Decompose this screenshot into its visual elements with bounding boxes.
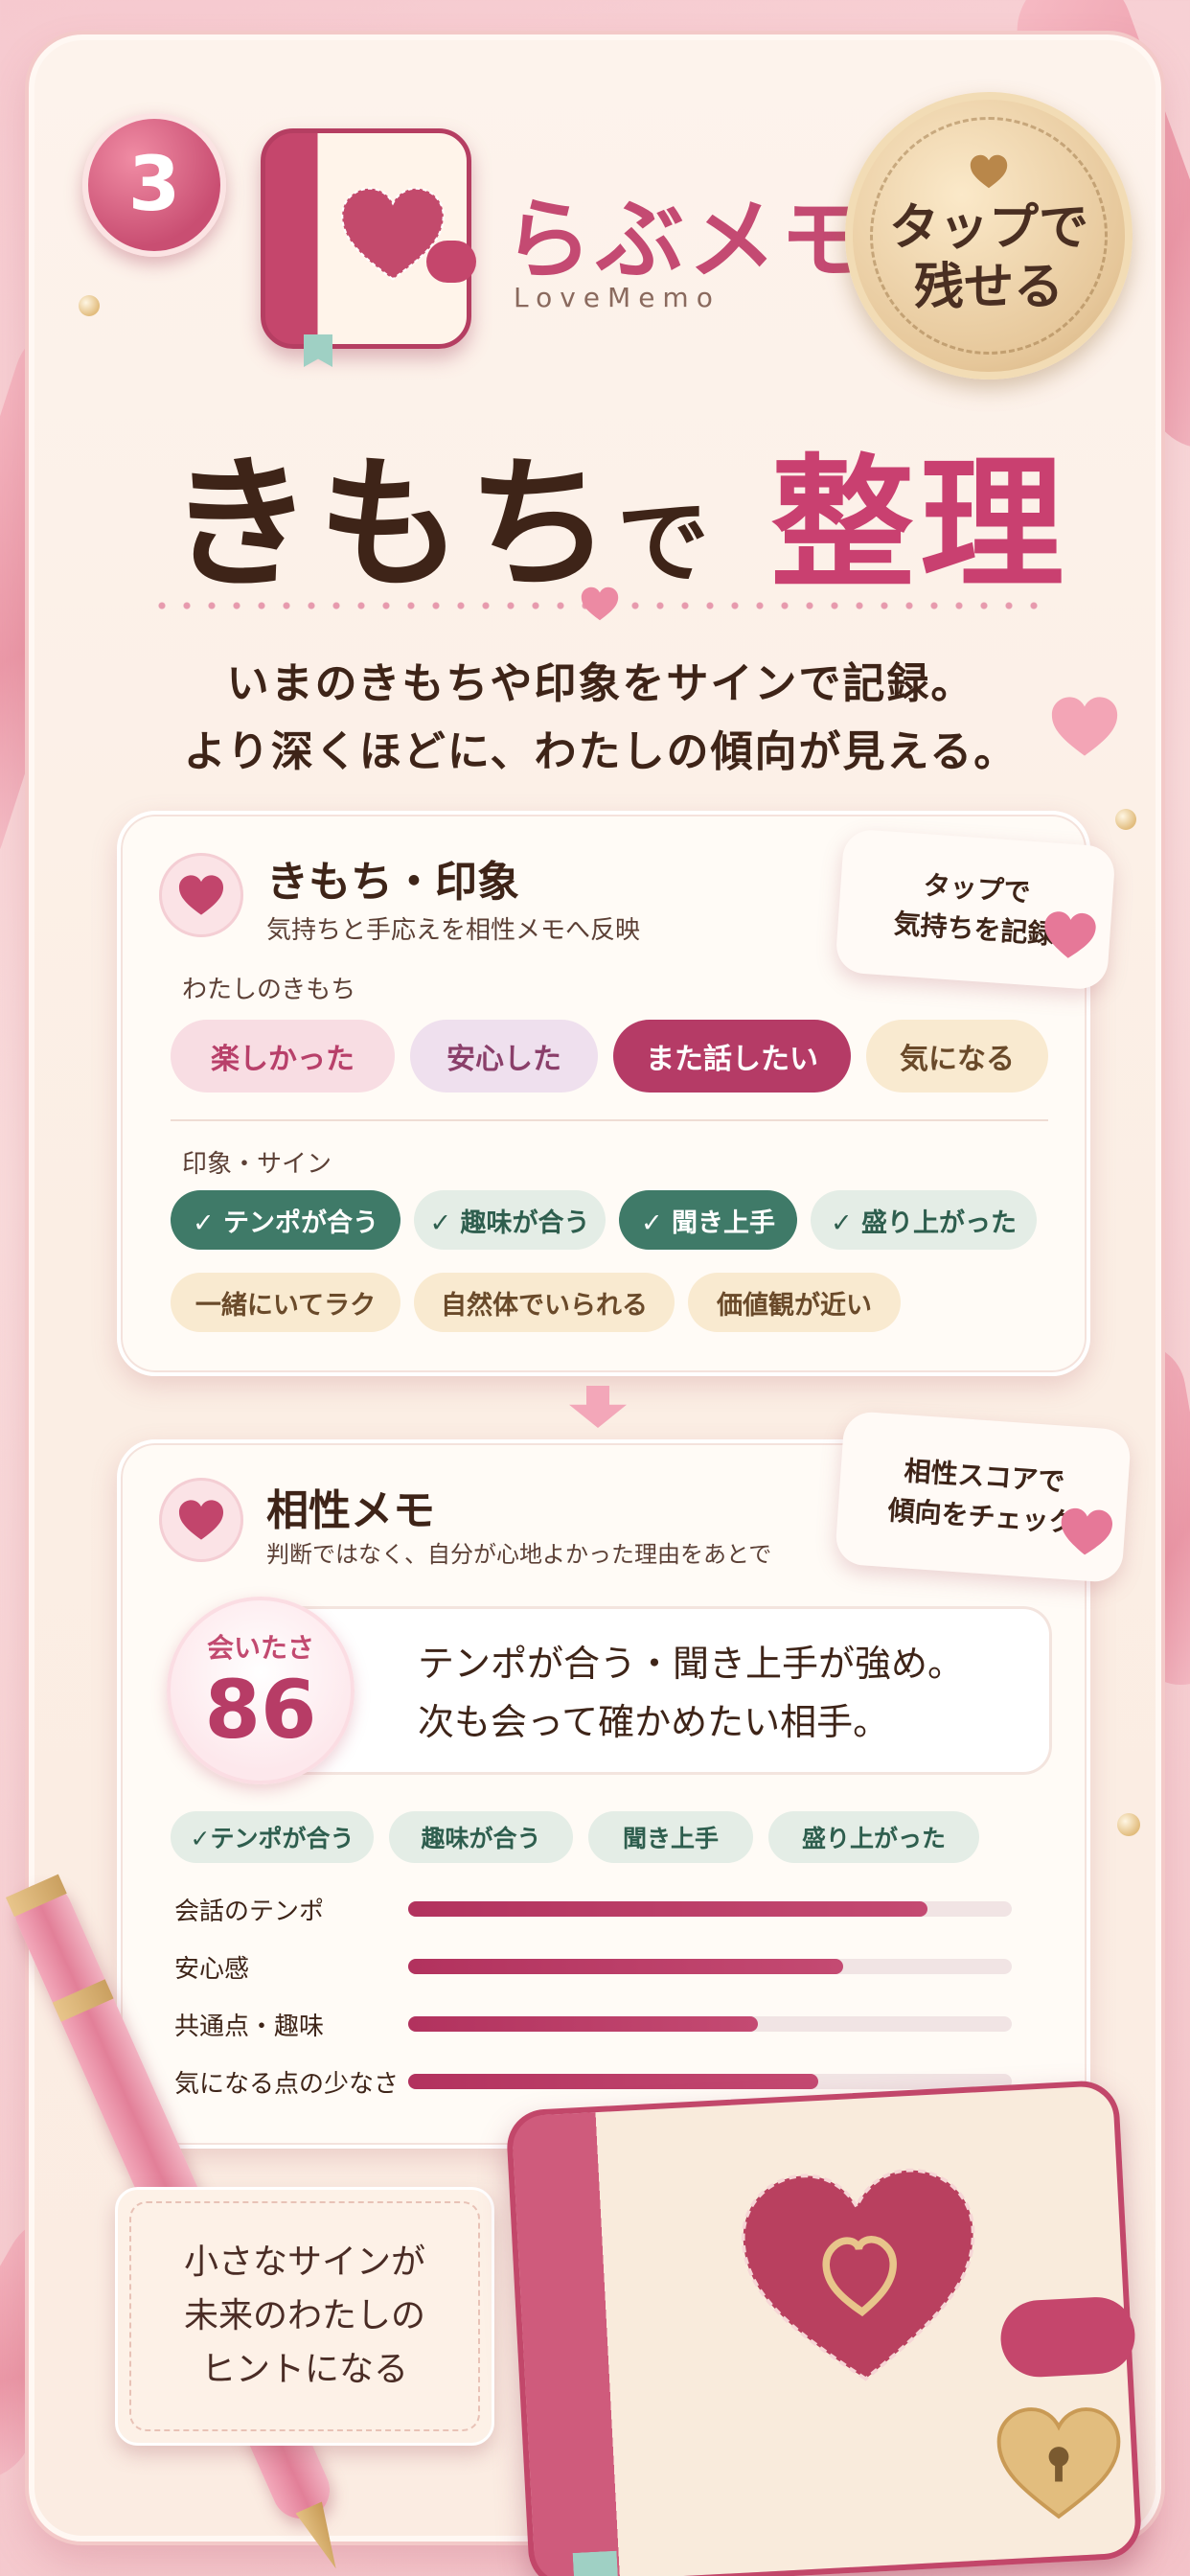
metric-bar-fill — [408, 2016, 759, 2032]
hint-line3: ヒントになる — [200, 2349, 408, 2389]
bookmark-ribbon — [573, 2551, 621, 2576]
pearl-decoration — [1117, 1813, 1140, 1836]
feelings-label: わたしのきもち — [182, 976, 356, 1004]
headline-part2: で — [617, 489, 716, 596]
metric-bar-track — [408, 1901, 1012, 1917]
heart-icon — [1051, 697, 1118, 756]
hint-text: 小さなサインが 未来のわたしの ヒントになる — [184, 2236, 425, 2396]
bookmark-ribbon — [304, 334, 332, 367]
summary-line1: テンポが合う・聞き上手が強め。 — [418, 1643, 965, 1685]
app-name: らぶメモ — [504, 189, 873, 291]
tag-chip: 盛り上がった — [768, 1811, 979, 1863]
heart-icon — [1061, 1507, 1112, 1555]
card-title: きもち・印象 — [266, 858, 519, 907]
heart-icon — [178, 875, 224, 915]
metric-label: 会話のテンポ — [174, 1898, 325, 1926]
card-subtitle: 判断ではなく、自分が心地よかった理由をあとで — [266, 1541, 772, 1568]
metric-bar-fill — [408, 1959, 843, 1974]
sign-chip[interactable]: 価値観が近い — [688, 1273, 901, 1332]
metric-bar-track — [408, 2016, 1012, 2032]
hint-card: 小さなサインが 未来のわたしの ヒントになる — [115, 2187, 494, 2446]
tag-chip: 趣味が合う — [389, 1811, 573, 1863]
impressions-label: 印象・サイン — [182, 1150, 332, 1179]
summary-box: テンポが合う・聞き上手が強め。 次も会って確かめたい相手。 — [274, 1606, 1052, 1775]
tag-chip: ✓テンポが合う — [171, 1811, 374, 1863]
headline-part3: 整理 — [770, 442, 1070, 609]
description-line1: いまのきもちや印象をサインで記録。 — [226, 659, 975, 708]
heart-lock-icon — [996, 2407, 1121, 2519]
score-value: 86 — [204, 1662, 317, 1757]
feeling-chip[interactable]: 安心した — [410, 1020, 598, 1092]
card-subtitle: 気持ちと手応えを相性メモへ反映 — [266, 916, 641, 945]
arrow-down-icon — [569, 1386, 627, 1428]
app-icon — [261, 128, 476, 367]
headline-part1: きもち — [169, 442, 618, 609]
notebook-clasp — [998, 2295, 1137, 2380]
metric-label: 安心感 — [174, 1955, 250, 1984]
pearl-decoration — [1115, 809, 1136, 830]
metric-bar-track — [408, 2074, 1012, 2089]
description-line2: より深くほどに、わたしの傾向が見える。 — [183, 727, 1018, 777]
pearl-decoration — [79, 295, 100, 316]
hint-line1: 小さなサインが — [183, 2242, 425, 2283]
sign-chip[interactable]: ✓ 趣味が合う — [414, 1190, 606, 1250]
heart-icon — [178, 1500, 224, 1540]
heart-icon — [1044, 911, 1096, 958]
divider — [171, 1119, 1048, 1121]
feeling-chip-selected[interactable]: また話したい — [613, 1020, 851, 1092]
summary-text: テンポが合う・聞き上手が強め。 次も会って確かめたい相手。 — [418, 1635, 964, 1752]
app-subtitle: LoveMemo — [514, 282, 721, 313]
tag-chip: 聞き上手 — [588, 1811, 753, 1863]
card-heart-badge — [159, 1478, 243, 1562]
sign-chip[interactable]: 自然体でいられる — [414, 1273, 675, 1332]
sign-chip-selected[interactable]: ✓ 聞き上手 — [619, 1190, 797, 1250]
notebook-clasp — [426, 241, 476, 283]
hint-line2: 未来のわたしの — [183, 2296, 425, 2336]
metric-bar-fill — [408, 1901, 927, 1917]
card-title: 相性メモ — [266, 1486, 435, 1535]
tap-to-save-seal: タップで 残せる — [845, 92, 1133, 380]
sign-chip[interactable]: ✓ 盛り上がった — [811, 1190, 1037, 1250]
summary-line2: 次も会って確かめたい相手。 — [418, 1700, 890, 1743]
card-heart-badge — [159, 853, 243, 937]
sign-chip-selected[interactable]: ✓ テンポが合う — [171, 1190, 400, 1250]
heart-icon — [581, 586, 619, 621]
description: いまのきもちや印象をサインで記録。 より深くほどに、わたしの傾向が見える。 — [6, 650, 1190, 787]
score-label: 会いたさ — [206, 1631, 314, 1664]
metric-bar-fill — [408, 2074, 819, 2089]
step-number-badge: 3 — [82, 113, 226, 257]
headline: きもちで 整理 — [169, 408, 1069, 616]
heart-icon — [741, 2168, 975, 2381]
metric-bar-track — [408, 1959, 1012, 1974]
tap-record-note: タップで 気持ちを記録 — [835, 828, 1116, 991]
score-check-note: 相性スコアで 傾向をチェック — [834, 1410, 1133, 1584]
score-circle: 会いたさ 86 — [167, 1597, 355, 1784]
feeling-chip[interactable]: 気になる — [866, 1020, 1048, 1092]
metric-label: 気になる点の少なさ — [174, 2070, 400, 2099]
feeling-chip[interactable]: 楽しかった — [171, 1020, 395, 1092]
metric-label: 共通点・趣味 — [174, 2012, 325, 2041]
sign-chip[interactable]: 一緒にいてラク — [171, 1273, 400, 1332]
